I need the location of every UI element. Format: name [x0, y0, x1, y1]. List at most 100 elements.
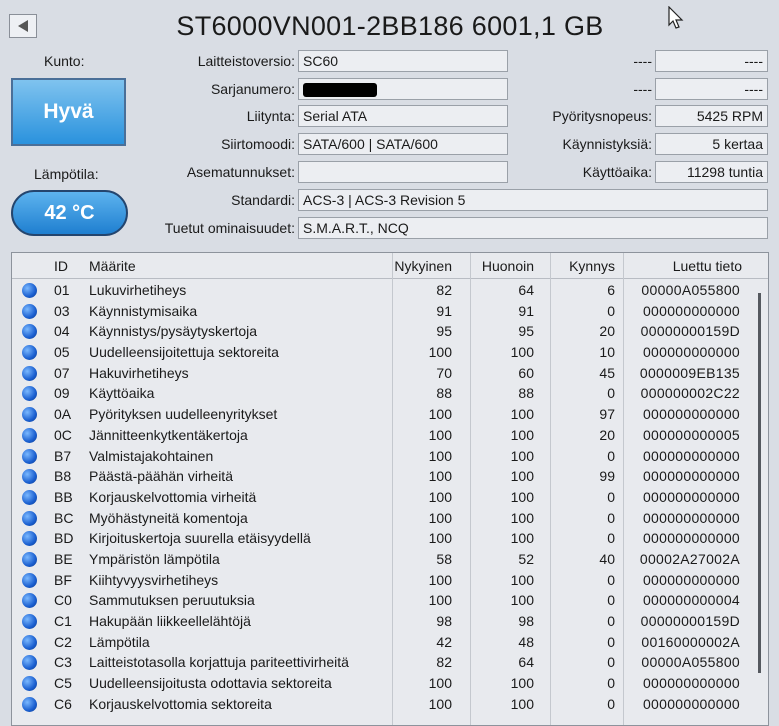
worst-value: 98: [518, 613, 534, 629]
attribute-id: C1: [54, 613, 72, 629]
threshold-value: 45: [599, 364, 615, 381]
status-dot-icon: [22, 551, 37, 567]
table-row[interactable]: C0 Sammutuksen peruutuksia 100 100 0 00000000…: [12, 590, 768, 611]
interface-field: Serial ATA: [298, 105, 508, 127]
column-header-attribute[interactable]: Määrite: [89, 258, 136, 274]
table-row[interactable]: BB Korjauskelvottomia virheitä 100 100 0 0000…: [12, 487, 768, 508]
current-value: 70: [436, 364, 452, 381]
current-value: 100: [428, 571, 452, 588]
status-dot-icon: [22, 510, 37, 526]
serial-field: [298, 78, 508, 100]
attribute-name: Korjauskelvottomia virheitä: [89, 488, 257, 505]
unknown-label-1: ----: [633, 53, 652, 69]
worst-value: 100: [510, 695, 534, 712]
worst-value: 64: [518, 654, 534, 671]
table-row[interactable]: 07 Hakuvirhetiheys 70 60 45 0000009EB135: [12, 363, 768, 384]
table-row[interactable]: 0A Pyörityksen uudelleenyritykset 100 100 97…: [12, 404, 768, 425]
current-value: 100: [428, 447, 452, 464]
column-header-id[interactable]: ID: [54, 258, 68, 274]
table-row[interactable]: BE Ympäristön lämpötila 58 52 40 00002A27002A: [12, 549, 768, 570]
attribute-id: B7: [54, 447, 72, 464]
table-scrollbar[interactable]: [758, 293, 761, 673]
column-header-current[interactable]: Nykyinen: [394, 258, 452, 274]
current-value: 88: [436, 385, 452, 402]
threshold-value: 0: [607, 675, 615, 692]
table-row[interactable]: BC Myöhästyneitä komentoja 100 100 0 00000000…: [12, 508, 768, 529]
table-row[interactable]: 03 Käynnistymisaika 91 91 0 000000000000: [12, 301, 768, 322]
attribute-id: B8: [54, 468, 72, 485]
previous-disk-button[interactable]: [9, 14, 37, 38]
standard-label: Standardi:: [231, 192, 295, 208]
attribute-name: Käyttöaika: [89, 385, 155, 402]
temperature-status-button[interactable]: 42 °C: [11, 190, 128, 236]
raw-value: 000000000000: [642, 447, 740, 464]
status-dot-icon: [22, 655, 37, 671]
worst-value: 100: [510, 344, 534, 361]
table-row[interactable]: C6 Korjauskelvottomia sektoreita 100 100 0 00…: [12, 694, 768, 715]
current-value: 100: [428, 344, 452, 361]
status-dot-icon: [22, 448, 37, 464]
health-label: Kunto:: [44, 53, 85, 69]
attribute-name: Uudelleensijoitettuja sektoreita: [89, 344, 279, 361]
table-row[interactable]: BD Kirjoituskertoja suurella etäisyydellä…: [12, 528, 768, 549]
temperature-label: Lämpötila:: [34, 166, 99, 182]
worst-value: 100: [510, 509, 534, 526]
attribute-id: 01: [54, 282, 70, 298]
raw-value: 00160000002A: [641, 633, 740, 650]
threshold-value: 0: [607, 530, 615, 547]
threshold-value: 0: [607, 613, 615, 629]
current-value: 100: [428, 406, 452, 423]
table-row[interactable]: BF Kiihtyvyysvirhetiheys 100 100 0 0000000000…: [12, 570, 768, 591]
column-header-worst[interactable]: Huonoin: [482, 258, 534, 274]
table-row[interactable]: C3 Laitteistotasolla korjattuja pariteett…: [12, 652, 768, 673]
power-on-count-label: Käynnistyksiä:: [562, 136, 652, 152]
table-row[interactable]: 05 Uudelleensijoitettuja sektoreita 100 100…: [12, 342, 768, 363]
table-row[interactable]: C2 Lämpötila 42 48 0 00160000002A: [12, 632, 768, 653]
table-row[interactable]: 09 Käyttöaika 88 88 0 000000002C22: [12, 383, 768, 404]
worst-value: 100: [510, 426, 534, 443]
threshold-value: 0: [607, 695, 615, 712]
smart-attributes-table[interactable]: ID Määrite Nykyinen Huonoin Kynnys Luett…: [11, 252, 769, 726]
attribute-id: 04: [54, 323, 70, 340]
threshold-value: 0: [607, 509, 615, 526]
attribute-id: BC: [54, 509, 74, 526]
table-row[interactable]: C5 Uudelleensijoitusta odottavia sektorei…: [12, 673, 768, 694]
current-value: 91: [436, 302, 452, 319]
attribute-id: C5: [54, 675, 72, 692]
transfer-mode-field: SATA/600 | SATA/600: [298, 133, 508, 155]
table-row[interactable]: B7 Valmistajakohtainen 100 100 0 000000000000: [12, 446, 768, 467]
back-arrow-icon: [18, 20, 28, 32]
current-value: 100: [428, 426, 452, 443]
attribute-id: BF: [54, 571, 72, 588]
raw-value: 000000000000: [642, 571, 740, 588]
raw-value: 00002A27002A: [639, 550, 740, 567]
current-value: 100: [428, 592, 452, 609]
unknown-label-2: ----: [633, 81, 652, 97]
table-row[interactable]: 01 Lukuvirhetiheys 82 64 6 00000A055800: [12, 280, 768, 301]
column-header-threshold[interactable]: Kynnys: [569, 258, 615, 274]
column-header-raw[interactable]: Luettu tieto: [673, 258, 742, 274]
status-dot-icon: [22, 614, 37, 629]
table-row[interactable]: 0C Jännitteenkytkentäkertoja 100 100 20 00000…: [12, 425, 768, 446]
table-row[interactable]: B8 Päästä-päähän virheitä 100 100 99 00000000…: [12, 466, 768, 487]
threshold-value: 10: [599, 344, 615, 361]
threshold-value: 97: [599, 406, 615, 423]
threshold-value: 0: [607, 488, 615, 505]
threshold-value: 20: [599, 323, 615, 340]
raw-value: 00000A055800: [641, 654, 740, 671]
table-row[interactable]: 04 Käynnistys/pysäytyskertoja 95 95 20 000000…: [12, 321, 768, 342]
rotation-rate-field: 5425 RPM: [655, 105, 768, 127]
threshold-value: 99: [599, 468, 615, 485]
health-status-button[interactable]: Hyvä: [11, 78, 126, 146]
raw-value: 00000000159D: [640, 323, 740, 340]
attribute-id: 0C: [54, 426, 72, 443]
attribute-name: Käynnistymisaika: [89, 302, 198, 319]
serial-label: Sarjanumero:: [210, 81, 295, 97]
status-dot-icon: [22, 696, 37, 712]
attribute-name: Käynnistys/pysäytyskertoja: [89, 323, 258, 340]
raw-value: 000000000000: [642, 530, 740, 547]
status-dot-icon: [22, 283, 37, 298]
current-value: 82: [436, 282, 452, 298]
table-row[interactable]: C1 Hakupään liikkeellelähtöjä 98 98 0 0000000…: [12, 611, 768, 632]
attribute-name: Kiihtyvyysvirhetiheys: [89, 571, 219, 588]
